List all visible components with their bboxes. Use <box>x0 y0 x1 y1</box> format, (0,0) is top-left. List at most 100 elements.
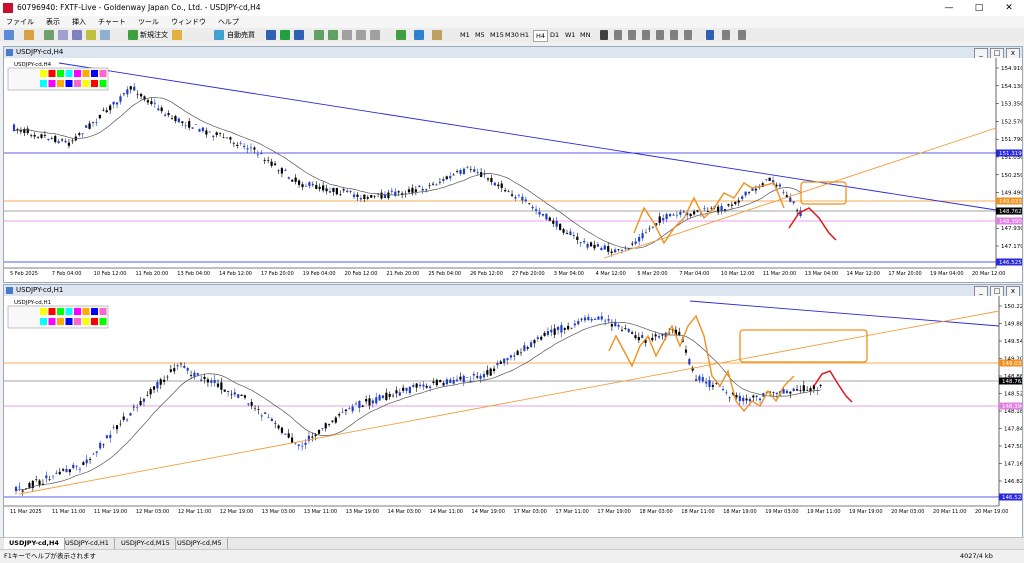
candle-body <box>194 124 198 125</box>
candle-body <box>21 490 24 492</box>
candle-body <box>368 398 371 406</box>
candle-body <box>771 180 775 183</box>
tab-2[interactable]: USDJPY-cd,M15 <box>116 538 176 549</box>
time-label: 20 Mar 11:00 <box>933 509 966 515</box>
timeframe-d1[interactable]: D1 <box>548 30 561 40</box>
menu-item-2[interactable]: 挿入 <box>66 16 92 28</box>
chart-window-h1-titlebar[interactable]: USDJPY-cd,H1 _ □ x <box>4 285 1022 297</box>
candle-body <box>206 379 209 383</box>
timeframe-mn[interactable]: MN <box>578 30 592 40</box>
menu-item-6[interactable]: ヘルプ <box>212 16 245 28</box>
candle-body <box>225 137 229 139</box>
candle-body <box>708 380 711 387</box>
crosshair-icon[interactable] <box>614 30 622 40</box>
profiles-icon[interactable] <box>24 30 34 40</box>
candlestick-icon[interactable] <box>280 30 290 40</box>
timeframe-h4[interactable]: H4 <box>533 30 549 42</box>
menu-item-0[interactable]: ファイル <box>0 16 40 28</box>
candle-body <box>142 398 146 402</box>
tester-icon[interactable] <box>100 30 110 40</box>
chart-shift-icon[interactable] <box>356 30 366 40</box>
candle-body <box>346 190 349 193</box>
candle-body <box>247 403 250 405</box>
data-window-icon[interactable] <box>58 30 68 40</box>
fibonacci-icon[interactable] <box>684 30 692 40</box>
timeframe-h1[interactable]: H1 <box>518 30 531 40</box>
channel-icon[interactable] <box>670 30 678 40</box>
label-icon[interactable] <box>722 30 730 40</box>
candle-body <box>541 213 545 216</box>
metaeditor-icon[interactable] <box>172 30 182 40</box>
candle-body <box>36 137 40 138</box>
line-chart-icon[interactable] <box>294 30 304 40</box>
candle-body <box>559 223 562 231</box>
tab-1[interactable]: USDJPY-cd,H1 <box>60 538 115 549</box>
arrows-icon[interactable] <box>738 30 746 40</box>
auto-trade-button[interactable]: 自動売買 <box>227 30 255 40</box>
candle-body <box>277 170 280 172</box>
vertical-line-icon[interactable] <box>628 30 636 40</box>
time-label: 5 Feb 2025 <box>10 271 38 277</box>
timeframe-m1[interactable]: M1 <box>458 30 472 40</box>
indicators-icon[interactable] <box>396 30 406 40</box>
candle-body <box>758 398 762 401</box>
candle-body <box>177 118 180 123</box>
timeframe-m5[interactable]: M5 <box>473 30 487 40</box>
new-order-button[interactable]: 新規注文 <box>140 30 168 40</box>
candle-body <box>607 246 610 252</box>
trendline-icon[interactable] <box>656 30 664 40</box>
menu-item-3[interactable]: チャート <box>92 16 132 28</box>
timeframe-w1[interactable]: W1 <box>563 30 578 40</box>
auto-trade-icon[interactable] <box>214 30 224 40</box>
tab-0[interactable]: USDJPY-cd,H4 <box>4 538 65 549</box>
minimize-icon[interactable]: — <box>934 0 964 16</box>
terminal-icon[interactable] <box>86 30 96 40</box>
chart-window-h1[interactable]: USDJPY-cd,H1 _□x 150.220 149.880 149.540 14… <box>3 284 1023 538</box>
period-icon[interactable] <box>414 30 424 40</box>
candle-body <box>186 368 189 371</box>
candle-body <box>349 190 352 192</box>
chart-h4-canvas[interactable]: 154.910154.130153.350152.570151.790151.0… <box>4 58 1022 281</box>
market-watch-icon[interactable] <box>44 30 54 40</box>
candle-body <box>398 392 401 396</box>
new-order-icon[interactable] <box>128 30 138 40</box>
zoom-in-icon[interactable] <box>314 30 324 40</box>
zoom-out-icon[interactable] <box>328 30 338 40</box>
new-chart-icon[interactable] <box>4 30 14 40</box>
horizontal-line-icon[interactable] <box>642 30 650 40</box>
text-icon[interactable] <box>706 30 714 40</box>
maximize-icon[interactable]: □ <box>964 0 994 16</box>
price-label: 153.350 <box>1001 102 1022 108</box>
candle-body <box>735 395 738 398</box>
candle-body <box>256 154 259 156</box>
tab-3[interactable]: USDJPY-cd,M5 <box>172 538 228 549</box>
candle-body <box>442 382 445 386</box>
chart-h1-canvas[interactable]: 150.220149.880149.540149.200148.860148.5… <box>4 296 1022 536</box>
templates-icon[interactable] <box>432 30 442 40</box>
autoscroll-icon[interactable] <box>370 30 380 40</box>
candle-body <box>55 472 58 474</box>
candle-body <box>665 214 668 220</box>
candle-body <box>631 243 634 245</box>
title-bar: 60796940: FXTF-Live - Goldenway Japan Co… <box>0 0 1024 17</box>
menu-item-5[interactable]: ウィンドウ <box>165 16 212 28</box>
chart-window-h4[interactable]: USDJPY-cd,H4 _ □ x 154.910 154.130 153.350 15… <box>3 46 1023 283</box>
candle-body <box>341 411 344 413</box>
menu-item-4[interactable]: ツール <box>132 16 165 28</box>
navigator-icon[interactable] <box>72 30 82 40</box>
close-icon[interactable]: ✕ <box>994 0 1024 16</box>
price-label: 150.250 <box>1001 173 1022 179</box>
bar-chart-icon[interactable] <box>266 30 276 40</box>
candle-body <box>587 316 590 321</box>
candle-body <box>534 209 538 211</box>
palette-color <box>82 80 90 87</box>
palette-color <box>99 70 107 77</box>
candle-body <box>119 96 122 102</box>
tile-windows-icon[interactable] <box>342 30 352 40</box>
cursor-icon[interactable] <box>600 30 608 40</box>
candle-body <box>196 373 199 375</box>
candle-body <box>304 442 307 445</box>
chart-window-h4-titlebar[interactable]: USDJPY-cd,H4 _ □ x <box>4 47 1022 59</box>
menu-item-1[interactable]: 表示 <box>40 16 66 28</box>
candle-body <box>412 385 415 387</box>
